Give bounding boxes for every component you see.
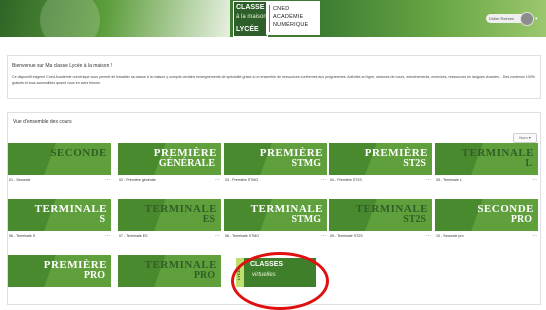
course-image[interactable]: TERMINALE ST2S [329,199,432,231]
course-image-title: TERMINALE [461,147,534,159]
avatar[interactable] [520,12,534,26]
logo-classe-text: CLASSE [236,4,265,11]
course-image-title: PREMIÈRE [153,147,217,159]
course-image[interactable]: SECONDE [8,143,111,175]
course-image[interactable]: SECONDE PRO [435,199,538,231]
course-menu-icon[interactable]: ⋯ [426,233,431,239]
course-image-title: SECONDE [477,203,534,215]
course-name[interactable]: 08 - Terminale STMG [225,234,259,238]
course-menu-icon[interactable]: ⋯ [105,233,110,239]
logo-lycee-text: LYCÉE [236,26,259,33]
cned-logo: CNED ACADÉMIE NUMÉRIQUE [266,1,320,35]
course-image[interactable]: TERMINALE L [435,143,538,175]
course-image-title: TERMINALE [34,203,107,215]
cned-text: CNED [273,6,290,12]
welcome-title: Bienvenue sur Ma classe Lycée à la maiso… [12,63,113,69]
course-name[interactable]: 02 - Première générale [119,178,156,182]
course-image-subtitle: ST2S [403,158,426,169]
course-card[interactable]: PREMIÈRE STMG 03 - Première STMG ⋯ [224,143,327,187]
course-image-subtitle: STMG [291,158,321,169]
course-image-subtitle: STMG [291,214,321,225]
welcome-text: Ce dispositif exigené Cned Académie numé… [12,75,535,85]
course-image-title: SECONDE [50,147,107,159]
course-image-subtitle: S [99,214,105,225]
course-image-title: TERMINALE [144,259,217,271]
cned-logo-divider [269,5,270,32]
course-image-title: TERMINALE [250,203,323,215]
course-menu-icon[interactable]: ⋯ [321,177,326,183]
banner-left-artwork [0,0,230,37]
numerique-text: NUMÉRIQUE [273,22,309,28]
course-overview-title: Vue d'ensemble des cours [13,119,72,125]
course-image-title: TERMINALE [355,203,428,215]
course-name[interactable]: 09 - Terminale ST2S [330,234,363,238]
course-name[interactable]: 10 - Seconde pro [436,234,464,238]
course-menu-icon[interactable]: ⋯ [426,177,431,183]
course-image-title: TERMINALE [144,203,217,215]
course-card[interactable]: SECONDE 01 - Seconde ⋯ [8,143,111,187]
course-name[interactable]: 05 - Terminale L [436,178,462,182]
course-card[interactable]: SECONDE PRO 10 - Seconde pro ⋯ [435,199,538,243]
course-menu-icon[interactable]: ⋯ [105,177,110,183]
course-menu-icon[interactable]: ⋯ [321,233,326,239]
classe-maison-logo[interactable]: CLASSE à la maison LYCÉE [233,1,268,37]
course-image-title: PREMIÈRE [43,259,107,271]
course-card[interactable]: TERMINALE S 06 - Terminale S ⋯ [8,199,111,243]
course-card[interactable]: PREMIÈRE PRO [8,255,111,299]
course-menu-icon[interactable]: ⋯ [215,233,220,239]
course-image[interactable]: PREMIÈRE ST2S [329,143,432,175]
course-image[interactable]: TERMINALE S [8,199,111,231]
course-menu-icon[interactable]: ⋯ [215,177,220,183]
course-name[interactable]: 01 - Seconde [9,178,30,182]
course-image-title: PREMIÈRE [364,147,428,159]
course-image-subtitle: GÉNÉRALE [158,158,215,169]
welcome-panel: Bienvenue sur Ma classe Lycée à la maiso… [7,55,541,99]
course-image-subtitle: ST2S [403,214,426,225]
course-card[interactable]: PREMIÈRE GÉNÉRALE 02 - Première générale… [118,143,221,187]
course-card[interactable]: PREMIÈRE ST2S 04 - Première ST2S ⋯ [329,143,432,187]
course-image-subtitle: PRO [510,214,532,225]
sort-dropdown[interactable]: Nom ▾ [513,133,537,143]
course-image[interactable]: TERMINALE STMG [224,199,327,231]
course-image[interactable]: PREMIÈRE STMG [224,143,327,175]
course-card[interactable]: TERMINALE PRO [118,255,221,299]
course-menu-icon[interactable]: ⋯ [532,177,537,183]
course-image-subtitle: ES [202,214,215,225]
course-card[interactable]: TERMINALE L 05 - Terminale L ⋯ [435,143,538,187]
course-name[interactable]: 04 - Première ST2S [330,178,362,182]
course-card[interactable]: TERMINALE STMG 08 - Terminale STMG ⋯ [224,199,327,243]
course-name[interactable]: 07 - Terminale ES [119,234,148,238]
course-image-title: PREMIÈRE [259,147,323,159]
course-image[interactable]: TERMINALE ES [118,199,221,231]
course-name[interactable]: 03 - Première STMG [225,178,258,182]
chevron-down-icon[interactable]: ▾ [535,16,538,22]
course-image[interactable]: PREMIÈRE GÉNÉRALE [118,143,221,175]
course-image-subtitle: L [525,158,532,169]
course-card[interactable]: TERMINALE ST2S 09 - Terminale ST2S ⋯ [329,199,432,243]
course-menu-icon[interactable]: ⋯ [532,233,537,239]
banner-light-shape [40,0,100,37]
course-name[interactable]: 06 - Terminale S [9,234,35,238]
course-image[interactable]: PREMIÈRE PRO [8,255,111,287]
academie-text: ACADÉMIE [273,14,304,20]
course-image-subtitle: PRO [83,270,105,281]
course-image-subtitle: PRO [193,270,215,281]
course-card[interactable]: TERMINALE ES 07 - Terminale ES ⋯ [118,199,221,243]
header-banner: CLASSE à la maison LYCÉE CNED ACADÉMIE N… [0,0,546,37]
highlight-circle [231,252,329,310]
logo-maison-text: à la maison [236,14,267,20]
course-image[interactable]: TERMINALE PRO [118,255,221,287]
